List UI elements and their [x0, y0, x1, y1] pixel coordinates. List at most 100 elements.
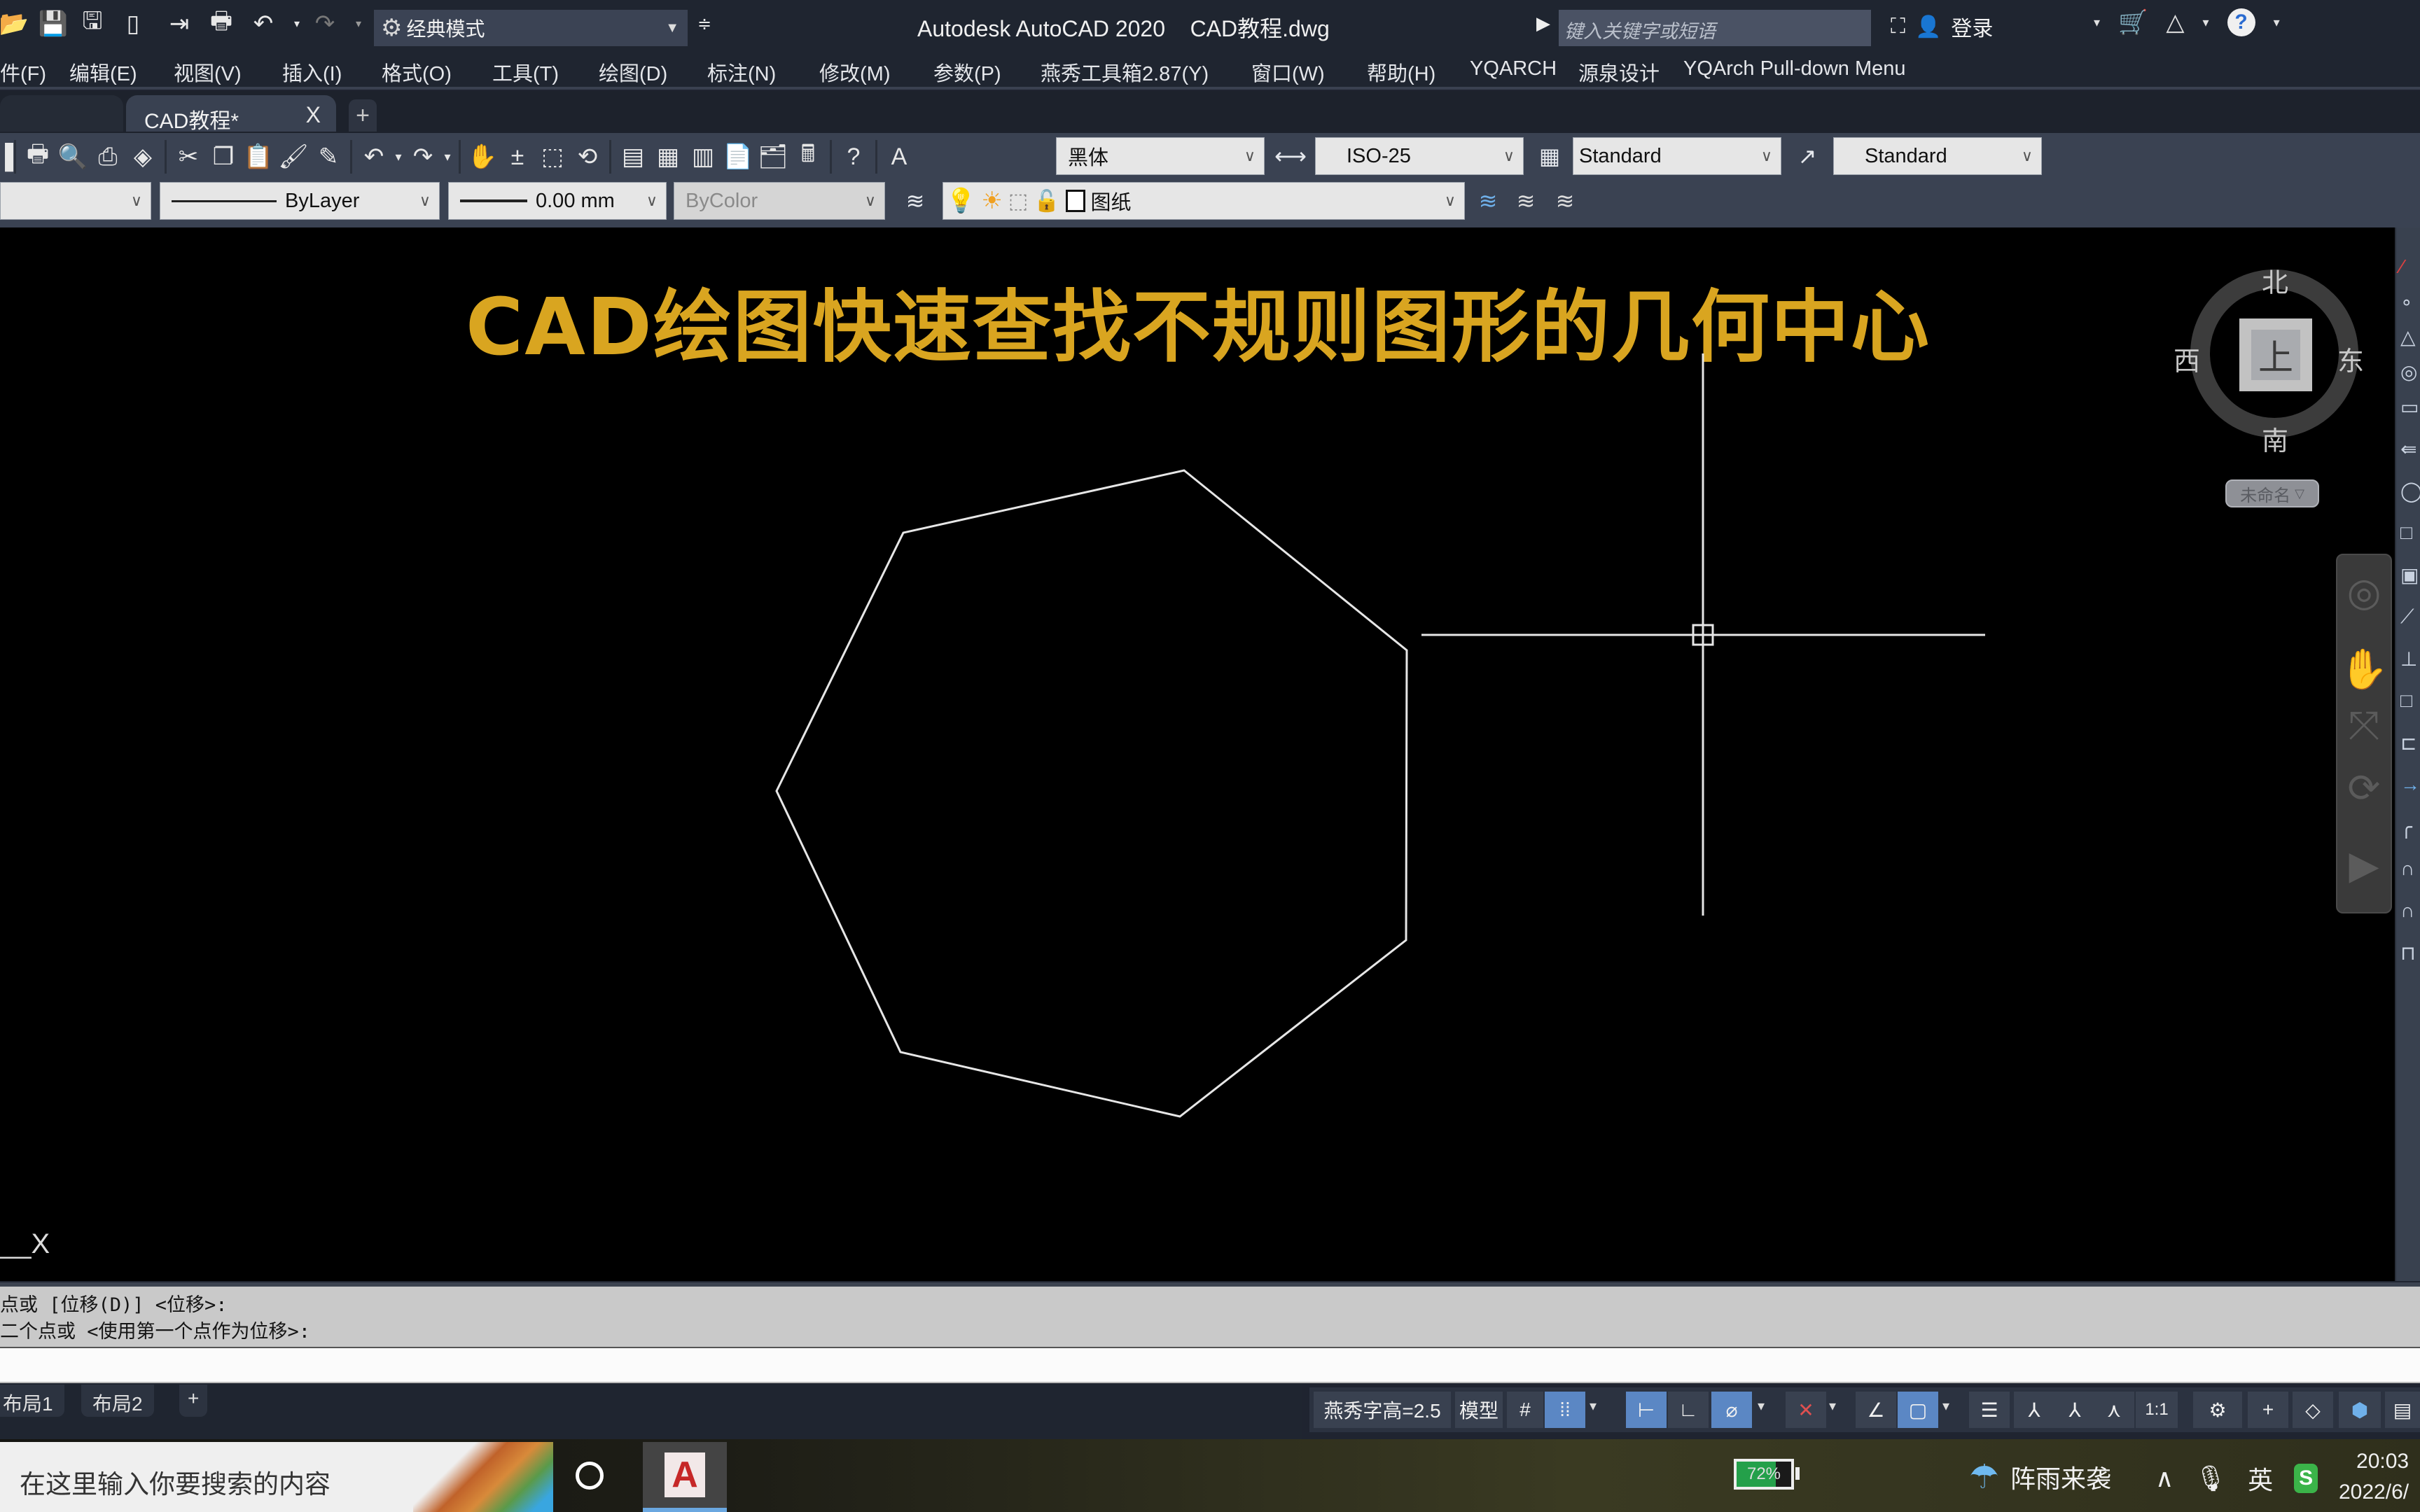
annotation-visibility-icon[interactable]: ⅄	[2014, 1392, 2054, 1428]
steering-wheel-icon[interactable]: ◎	[2337, 569, 2391, 615]
command-input[interactable]	[0, 1347, 2420, 1383]
compass-south[interactable]: 南	[2262, 419, 2288, 458]
ucs-menu-button[interactable]: 未命名 ▽	[2225, 479, 2319, 507]
paste-icon[interactable]: 📋	[241, 139, 276, 174]
annotation-scale-icon[interactable]: ⋏	[2094, 1392, 2134, 1428]
layer-viewport-freeze-icon[interactable]: ⬚	[1008, 189, 1028, 214]
show-hidden-icons-chevron[interactable]: ∧	[2155, 1464, 2174, 1493]
orbit-icon[interactable]: ⟳	[2337, 765, 2391, 811]
help-icon[interactable]: ?	[836, 139, 871, 174]
drawing-canvas[interactable]: CAD绘图快速查找不规则图形的几何中心 上 北 南 东 西 未命名 ▽ ◎ ✋ …	[0, 227, 2395, 1281]
linetype-select[interactable]: ByLayer ∨	[160, 182, 440, 220]
binoculars-icon[interactable]: ⛶	[1891, 15, 1905, 38]
cortana-icon[interactable]	[576, 1462, 604, 1490]
menu-yqarch[interactable]: YQARCH	[1470, 57, 1557, 80]
design-center-icon[interactable]: ▦	[651, 139, 686, 174]
menu-edit[interactable]: 编辑(E)	[69, 57, 137, 87]
workspace-dropdown[interactable]: ⚙ 经典模式 ▼	[374, 10, 688, 46]
save-icon[interactable]: 💾	[39, 10, 68, 38]
object-snap-icon[interactable]: ▢	[1898, 1392, 1938, 1428]
isolate-objects-icon[interactable]: ◇	[2293, 1392, 2333, 1428]
properties-icon[interactable]: ▤	[616, 139, 651, 174]
open-icon[interactable]: 📂	[0, 10, 29, 38]
table-style-icon[interactable]: ▦	[1532, 137, 1567, 175]
isodraft-dropdown-icon[interactable]: ▾	[1829, 1397, 1836, 1415]
taskbar-autocad-app[interactable]: A	[643, 1442, 727, 1512]
lineweight-select[interactable]: 0.00 mm ∨	[448, 182, 667, 220]
line-icon[interactable]: ⁄	[2400, 255, 2420, 278]
layer-select[interactable]: 💡 ☀ ⬚ 🔓 图纸 ∨	[943, 182, 1465, 220]
quickcalc-icon[interactable]: 🖩	[791, 139, 826, 174]
annotation-scale-value[interactable]: 1:1	[2136, 1392, 2178, 1428]
undo-icon[interactable]: ↶	[356, 139, 391, 174]
a360-icon[interactable]: △	[2166, 8, 2184, 36]
menu-insert[interactable]: 插入(I)	[282, 57, 342, 87]
sogou-tray-icon[interactable]: S	[2294, 1464, 2318, 1493]
pan-icon[interactable]: ✋	[2337, 646, 2391, 692]
microphone-icon[interactable]: 🎙	[2195, 1464, 2227, 1493]
sheet-set-icon[interactable]: 📄	[721, 139, 756, 174]
viewcube[interactable]: 上 北 南 东 西	[2174, 262, 2365, 456]
arc-icon[interactable]: ⇚	[2400, 438, 2420, 461]
tab-cad-tutorial[interactable]: CAD教程* X	[126, 95, 336, 133]
text-height-readout[interactable]: 燕秀字高=2.5	[1314, 1392, 1451, 1428]
mleader-style-icon[interactable]: ↗	[1790, 137, 1825, 175]
cart-icon[interactable]: 🛒	[2118, 8, 2148, 36]
cut-icon[interactable]: ✂	[171, 139, 206, 174]
snap-dropdown-icon[interactable]: ▾	[1590, 1397, 1597, 1415]
region-icon[interactable]: ∩	[2400, 858, 2420, 880]
polyline-icon[interactable]: △	[2400, 326, 2420, 349]
compass-west[interactable]: 西	[2174, 340, 2200, 378]
make-block-icon[interactable]: □	[2400, 690, 2420, 712]
menu-yanxiu-toolbox[interactable]: 燕秀工具箱2.87(Y)	[1041, 57, 1209, 87]
weather-widget[interactable]: ☂ 阵雨来袭	[1969, 1457, 2111, 1497]
menu-tools[interactable]: 工具(T)	[492, 57, 559, 87]
text-style-icon[interactable]: A	[882, 139, 917, 174]
ortho-mode-icon[interactable]: ∟	[1668, 1392, 1709, 1428]
color-select[interactable]: ∨	[0, 182, 151, 220]
redo-icon[interactable]: ↷	[311, 10, 339, 38]
dim-style-select[interactable]: ISO-25 ∨	[1315, 137, 1524, 175]
auto-scale-icon[interactable]: ⅄	[2054, 1392, 2095, 1428]
markup-icon[interactable]: 🗂	[756, 139, 791, 174]
tool-palettes-icon[interactable]: ▥	[686, 139, 721, 174]
undo-dropdown-icon[interactable]: ▾	[283, 10, 311, 38]
close-icon[interactable]: X	[306, 102, 321, 128]
menu-yuanquan[interactable]: 源泉设计	[1578, 57, 1660, 87]
spline-icon[interactable]: ▣	[2400, 564, 2420, 587]
redo-dropdown-icon[interactable]: ▾	[345, 10, 373, 38]
mtext-icon[interactable]: ⊓	[2400, 941, 2420, 965]
copy-icon[interactable]: ❐	[206, 139, 241, 174]
annotation-monitor-icon[interactable]: +	[2248, 1392, 2288, 1428]
hatch-icon[interactable]: →	[2400, 774, 2420, 796]
zoom-previous-icon[interactable]: ⟲	[570, 139, 605, 174]
menu-help[interactable]: 帮助(H)	[1367, 57, 1435, 87]
make-current-layer-icon[interactable]: ≋	[1470, 182, 1505, 220]
ellipse-icon[interactable]: ⟋	[2400, 606, 2420, 629]
tab-start[interactable]	[0, 95, 123, 132]
grid-icon[interactable]: #	[1507, 1392, 1543, 1428]
snap-mode-icon[interactable]: ⁞⁞	[1545, 1392, 1585, 1428]
pan-icon[interactable]: ✋	[465, 139, 500, 174]
insert-block-icon[interactable]: ⊥	[2400, 648, 2420, 671]
revcloud-icon[interactable]: □	[2400, 522, 2420, 544]
polar-tracking-icon[interactable]: ⌀	[1711, 1392, 1752, 1428]
undo-dropdown-icon[interactable]: ▾	[391, 139, 405, 174]
system-clock[interactable]: 20:03 2022/6/	[2339, 1446, 2409, 1508]
construction-line-icon[interactable]: ∘	[2400, 290, 2420, 314]
a360-dropdown-icon[interactable]: ▾	[2203, 15, 2209, 30]
login-dropdown-icon[interactable]: ▾	[2094, 15, 2100, 30]
showmotion-icon[interactable]: ▶	[2337, 842, 2391, 888]
units-icon[interactable]: ⬢	[2339, 1392, 2381, 1428]
viewcube-face-top[interactable]: 上	[2239, 318, 2312, 391]
layer-thaw-icon[interactable]: ☀	[981, 187, 1002, 215]
menu-file[interactable]: 件(F)	[0, 57, 46, 87]
login-button[interactable]: ⛶ 👤 登录	[1891, 11, 1993, 42]
table-icon[interactable]: ∩	[2400, 899, 2420, 922]
plot-icon[interactable]: 🖶	[207, 8, 235, 38]
table-style-select[interactable]: Standard ∨	[1573, 137, 1781, 175]
zoom-window-icon[interactable]: ⬚	[535, 139, 570, 174]
isodraft-icon[interactable]: ✕	[1786, 1392, 1826, 1428]
layer-previous-icon[interactable]: ≋	[1508, 182, 1543, 220]
workspace-switch-icon[interactable]: ⚙	[2193, 1392, 2242, 1428]
